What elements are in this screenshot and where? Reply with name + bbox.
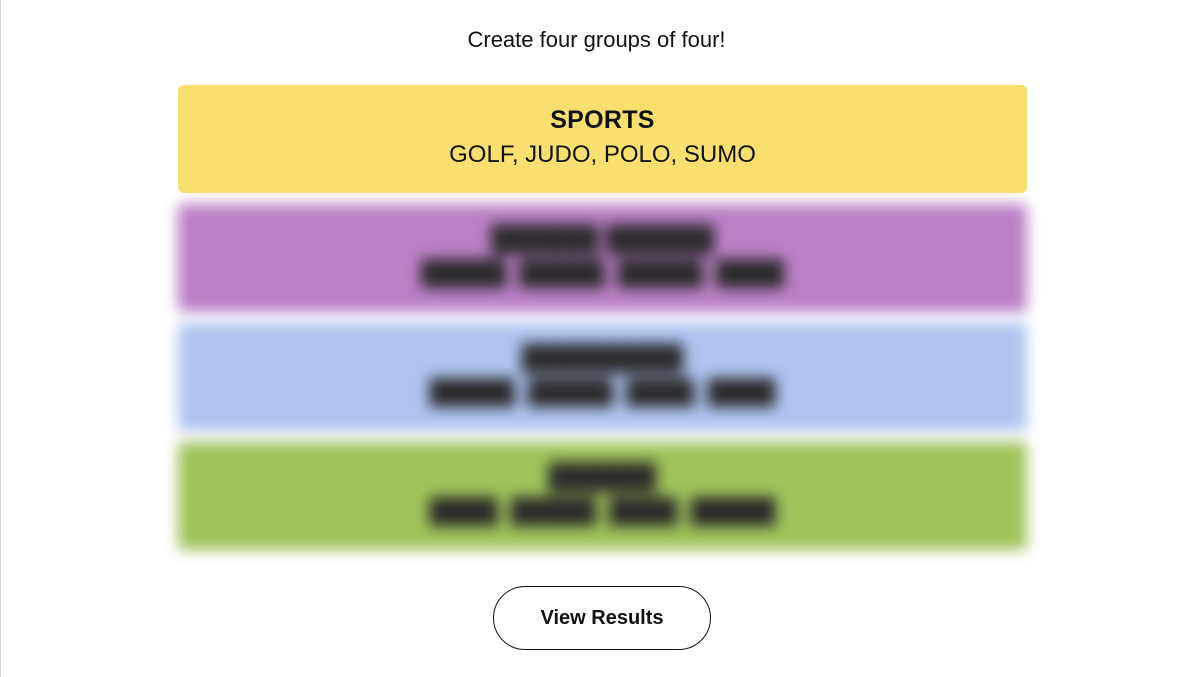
- group-purple: ██████ ██████ █████, █████, █████, ████: [178, 204, 1027, 312]
- group-category: ██████: [548, 463, 657, 491]
- group-green: ██████ ████, █████, ████, █████: [178, 442, 1027, 550]
- view-results-button[interactable]: View Results: [493, 586, 711, 650]
- group-words: █████, █████, ████, ████: [429, 379, 776, 406]
- group-words: GOLF, JUDO, POLO, SUMO: [449, 141, 756, 168]
- group-words: █████, █████, █████, ████: [420, 260, 785, 287]
- group-category: █████████: [521, 344, 684, 372]
- group-category: ██████ ██████: [490, 225, 715, 253]
- group-yellow: SPORTS GOLF, JUDO, POLO, SUMO: [178, 85, 1027, 193]
- group-blue: █████████ █████, █████, ████, ████: [178, 323, 1027, 431]
- group-category: SPORTS: [550, 106, 655, 134]
- group-words: ████, █████, ████, █████: [429, 498, 776, 525]
- solved-groups-board: SPORTS GOLF, JUDO, POLO, SUMO ██████ ███…: [178, 85, 1027, 561]
- page-edge: [0, 0, 1, 677]
- game-instructions: Create four groups of four!: [467, 27, 726, 52]
